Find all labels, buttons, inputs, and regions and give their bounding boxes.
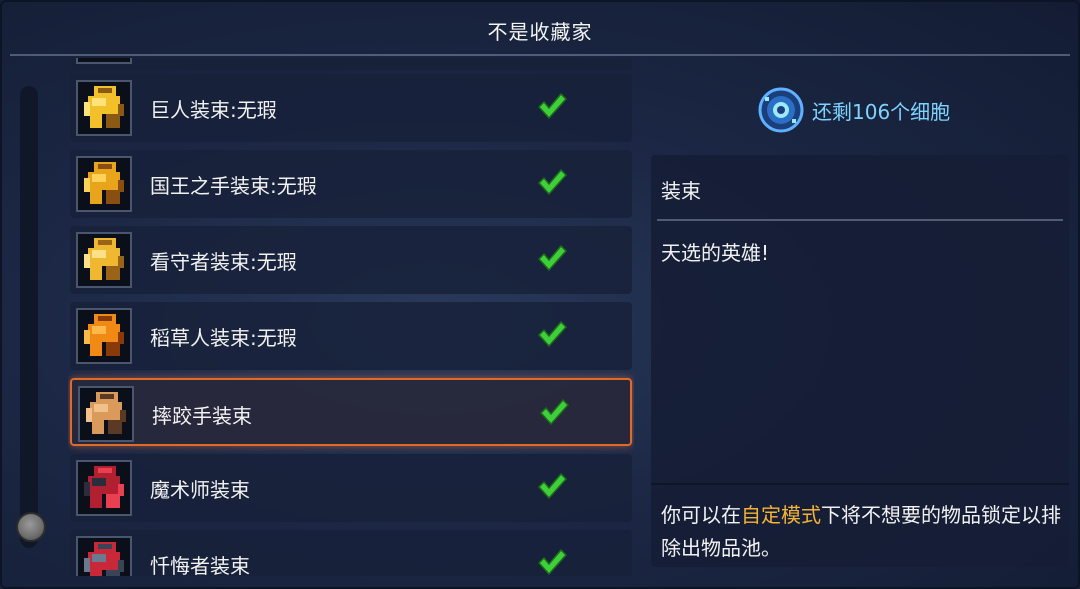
outfit-label: 稻草人装束:无瑕	[150, 326, 297, 350]
custom-mode-link[interactable]: 自定模式	[741, 503, 821, 527]
list-item-partial[interactable]	[70, 58, 632, 70]
outfit-label: 巨人装束:无瑕	[150, 98, 277, 122]
cell-icon	[758, 87, 804, 133]
checkmark-icon	[539, 398, 570, 426]
scrollbar-track[interactable]	[20, 86, 38, 548]
magician-outfit-icon	[84, 466, 124, 508]
scarecrow-outfit-icon	[84, 314, 124, 356]
details-note-divider	[651, 483, 1069, 485]
details-description: 天选的英雄!	[661, 241, 770, 265]
list-item[interactable]: 巨人装束:无瑕	[70, 74, 632, 142]
title-divider	[10, 54, 1070, 56]
details-panel: 装束 天选的英雄! 你可以在自定模式下将不想要的物品锁定以排除出物品池。	[651, 155, 1069, 567]
wrestler-outfit-icon	[86, 392, 126, 434]
giant-outfit-icon	[84, 86, 124, 128]
outfit-label: 看守者装束:无瑕	[150, 250, 297, 274]
checkmark-icon	[537, 548, 568, 576]
list-item[interactable]: 国王之手装束:无瑕	[70, 150, 632, 218]
list-item[interactable]: 摔跤手装束	[70, 378, 632, 446]
checkmark-icon	[537, 244, 568, 272]
cells-remaining-text: 还剩106个细胞	[812, 99, 951, 124]
checkmark-icon	[537, 472, 568, 500]
list-item[interactable]: 忏悔者装束	[70, 530, 632, 576]
outfit-label: 魔术师装束	[150, 478, 250, 502]
note-text-before: 你可以在	[661, 503, 741, 527]
checkmark-icon	[537, 168, 568, 196]
outfit-icon-frame	[76, 156, 132, 212]
guardian-outfit-icon	[84, 238, 124, 280]
page-title: 不是收藏家	[487, 20, 593, 44]
outfit-list: 巨人装束:无瑕国王之手装束:无瑕 看守者装束:无瑕 稻草人装束:无瑕 摔跤手装束魔术师…	[68, 58, 634, 576]
scrollbar-thumb[interactable]	[16, 512, 46, 542]
hand-of-king-outfit-icon	[84, 162, 124, 204]
outfit-icon-frame	[76, 536, 132, 576]
list-item[interactable]: 魔术师装束	[70, 454, 632, 522]
outfit-icon-frame	[76, 460, 132, 516]
outfit-icon-frame	[78, 386, 134, 442]
list-item[interactable]: 看守者装束:无瑕	[70, 226, 632, 294]
checkmark-icon	[537, 320, 568, 348]
outfit-icon-frame	[76, 232, 132, 288]
outfit-label: 忏悔者装束	[150, 554, 250, 576]
checkmark-icon	[537, 92, 568, 120]
outfit-label: 国王之手装束:无瑕	[150, 174, 317, 198]
details-note: 你可以在自定模式下将不想要的物品锁定以排除出物品池。	[661, 499, 1061, 565]
outfit-icon-frame	[76, 80, 132, 136]
outfit-icon-frame	[76, 308, 132, 364]
outfit-label: 摔跤手装束	[152, 404, 252, 428]
details-heading: 装束	[661, 179, 701, 203]
cells-counter: 还剩106个细胞	[758, 86, 950, 134]
outfit-icon-frame	[76, 58, 132, 64]
details-divider	[657, 219, 1063, 221]
penitent-outfit-icon	[84, 542, 124, 576]
list-item[interactable]: 稻草人装束:无瑕	[70, 302, 632, 370]
